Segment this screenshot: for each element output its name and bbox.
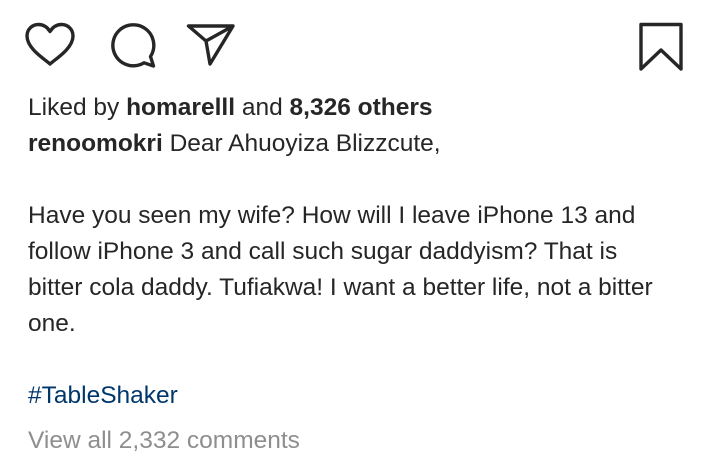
caption-body: Have you seen my wife? How will I leave … bbox=[28, 202, 653, 337]
bookmark-icon[interactable] bbox=[638, 22, 684, 72]
comment-icon[interactable] bbox=[109, 21, 157, 69]
heart-icon[interactable] bbox=[24, 22, 76, 68]
post-body: Liked by homarelll and 8,326 others reno… bbox=[28, 90, 708, 459]
hashtag-link[interactable]: #TableShaker bbox=[28, 378, 178, 414]
caption-greeting: Dear Ahuoyiza Blizzcute, bbox=[169, 130, 441, 157]
caption-username-link[interactable]: renoomokri bbox=[28, 130, 163, 157]
likes-summary: Liked by homarelll and 8,326 others bbox=[28, 90, 708, 126]
likes-prefix: Liked by bbox=[28, 94, 120, 121]
view-all-comments-link[interactable]: View all 2,332 comments bbox=[28, 423, 708, 459]
share-icon[interactable] bbox=[186, 23, 236, 67]
liked-by-user-link[interactable]: homarelll bbox=[126, 94, 235, 121]
post-action-bar bbox=[0, 0, 720, 90]
caption-first-line: renoomokri Dear Ahuoyiza Blizzcute, bbox=[28, 126, 708, 162]
likes-others-link[interactable]: 8,326 others bbox=[290, 94, 433, 121]
likes-conjunction: and bbox=[241, 94, 283, 121]
